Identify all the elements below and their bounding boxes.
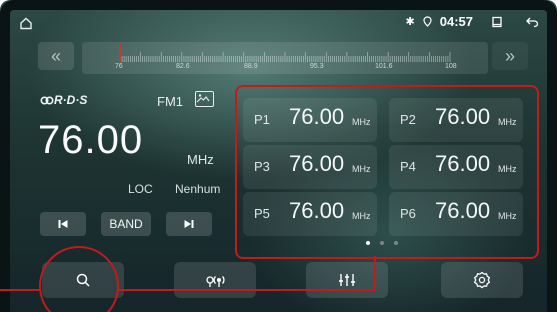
equalizer-icon bbox=[339, 274, 355, 286]
preset-id: P3 bbox=[254, 159, 270, 174]
scale-label: 82.6 bbox=[176, 63, 190, 70]
preset-p1[interactable]: P1 76.00 MHz bbox=[243, 98, 377, 142]
preset-p3[interactable]: P3 76.00 MHz bbox=[243, 145, 377, 189]
scale-ticks bbox=[119, 44, 451, 62]
preset-unit: MHz bbox=[352, 211, 371, 221]
preset-unit: MHz bbox=[352, 164, 371, 174]
location-icon bbox=[423, 16, 432, 27]
radio-antenna-icon bbox=[206, 276, 225, 287]
page-dot bbox=[380, 241, 384, 245]
next-station-button[interactable] bbox=[166, 212, 212, 236]
home-icon[interactable] bbox=[18, 15, 34, 31]
preset-unit: MHz bbox=[352, 117, 371, 127]
page-indicator bbox=[366, 241, 398, 245]
preset-id: P6 bbox=[400, 206, 416, 221]
preset-p6[interactable]: P6 76.00 MHz bbox=[389, 192, 523, 236]
preset-frequency: 76.00 bbox=[289, 198, 345, 223]
preset-id: P1 bbox=[254, 112, 270, 127]
preset-frequency: 76.00 bbox=[289, 104, 345, 129]
bluetooth-icon: ✱ bbox=[405, 16, 415, 28]
scale-label: 101.6 bbox=[375, 63, 393, 70]
scale-label: 95.3 bbox=[310, 63, 324, 70]
loc-label: LOC bbox=[128, 182, 153, 196]
preset-frequency: 76.00 bbox=[289, 151, 345, 176]
status-bar: ✱ 04:57 bbox=[18, 14, 539, 32]
scale-label: 76 bbox=[115, 63, 123, 70]
status-right: ✱ 04:57 bbox=[406, 14, 539, 29]
radio-screen: ✱ 04:57 « 76 82.6 88.9 95.3 101.6 108 » … bbox=[0, 0, 557, 312]
picture-icon[interactable] bbox=[195, 91, 214, 107]
band-label: FM1 bbox=[157, 94, 183, 109]
preset-frequency: 76.00 bbox=[435, 104, 491, 129]
current-frequency: 76.00 bbox=[38, 118, 144, 162]
preset-unit: MHz bbox=[498, 211, 517, 221]
seek-back-button[interactable]: « bbox=[38, 42, 74, 70]
frequency-scale[interactable]: 76 82.6 88.9 95.3 101.6 108 bbox=[82, 42, 488, 74]
page-dot bbox=[394, 241, 398, 245]
previous-station-button[interactable] bbox=[40, 212, 86, 236]
settings-button[interactable] bbox=[441, 262, 523, 298]
preset-p4[interactable]: P4 76.00 MHz bbox=[389, 145, 523, 189]
presets-panel: P1 76.00 MHz P2 76.00 MHz P3 76.00 MHz P… bbox=[235, 85, 539, 259]
rds-logo: R·D·S bbox=[40, 93, 87, 107]
preset-p5[interactable]: P5 76.00 MHz bbox=[243, 192, 377, 236]
preset-frequency: 76.00 bbox=[435, 151, 491, 176]
tuner-row: « 76 82.6 88.9 95.3 101.6 108 » bbox=[38, 42, 528, 74]
preset-unit: MHz bbox=[498, 117, 517, 127]
preset-unit: MHz bbox=[498, 164, 517, 174]
frequency-unit: MHz bbox=[187, 152, 214, 167]
preset-frequency: 76.00 bbox=[435, 198, 491, 223]
equalizer-button[interactable] bbox=[306, 262, 388, 298]
window-icon[interactable] bbox=[491, 16, 503, 28]
scale-label: 88.9 bbox=[244, 63, 258, 70]
search-icon bbox=[76, 273, 90, 287]
station-name: Nenhum bbox=[175, 182, 221, 196]
rds-logo-mark bbox=[40, 96, 54, 105]
scale-label: 108 bbox=[445, 63, 457, 70]
skip-previous-icon bbox=[58, 220, 68, 228]
band-button[interactable]: BAND bbox=[101, 212, 151, 236]
skip-next-icon bbox=[184, 220, 194, 228]
preset-p2[interactable]: P2 76.00 MHz bbox=[389, 98, 523, 142]
settings-icon bbox=[473, 271, 491, 289]
seek-forward-button[interactable]: » bbox=[492, 42, 528, 70]
clock: 04:57 bbox=[439, 14, 473, 29]
preset-id: P4 bbox=[400, 159, 416, 174]
preset-id: P5 bbox=[254, 206, 270, 221]
rds-logo-text: R·D·S bbox=[54, 93, 88, 107]
preset-id: P2 bbox=[400, 112, 416, 127]
antenna-button[interactable] bbox=[174, 262, 256, 298]
page-dot-active bbox=[366, 241, 370, 245]
back-icon[interactable] bbox=[525, 16, 539, 28]
search-button[interactable] bbox=[42, 262, 124, 298]
